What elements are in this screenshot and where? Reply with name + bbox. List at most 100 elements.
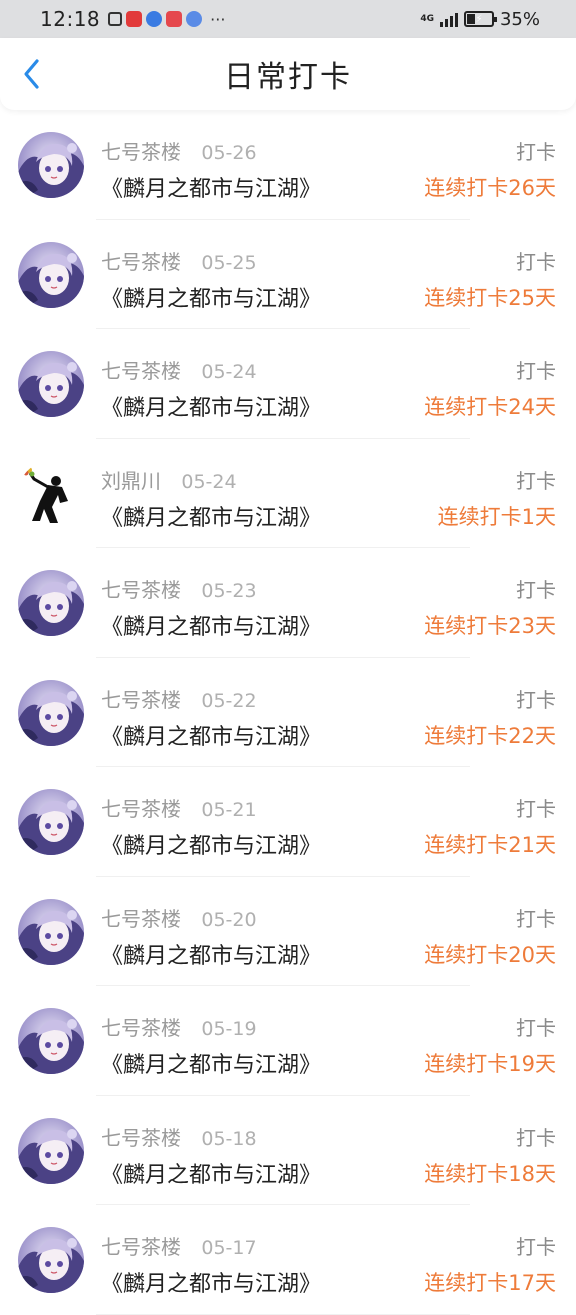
user-name-text[interactable]: 七号茶楼	[101, 140, 181, 164]
list-item[interactable]: 七号茶楼 05-25 打卡 《麟月之都市与江湖》 连续打卡25天	[0, 220, 576, 329]
user-name: 七号茶楼 05-19	[101, 1012, 257, 1041]
book-title[interactable]: 《麟月之都市与江湖》	[101, 1266, 321, 1298]
checkin-date: 05-26	[201, 142, 257, 164]
checkin-date: 05-24	[181, 470, 237, 493]
chevron-left-icon	[24, 59, 39, 89]
streak-label: 连续打卡25天	[424, 285, 556, 310]
checkin-date: 05-21	[201, 799, 257, 821]
avatar[interactable]	[18, 789, 84, 855]
user-name-text[interactable]: 刘鼎川	[101, 469, 161, 493]
user-name: 七号茶楼 05-24	[101, 355, 257, 384]
checkin-date: 05-20	[201, 908, 257, 931]
page-title: 日常打卡	[224, 60, 352, 95]
book-title[interactable]: 《麟月之都市与江湖》	[101, 500, 321, 532]
checkin-date: 05-18	[201, 1127, 257, 1150]
avatar[interactable]	[18, 570, 84, 636]
checkin-action-label: 打卡	[516, 687, 556, 712]
back-button[interactable]	[16, 58, 48, 90]
header-bar: 日常打卡	[0, 38, 576, 110]
user-name-text[interactable]: 七号茶楼	[101, 578, 181, 602]
charging-icon: ⚡	[475, 13, 483, 25]
checkin-date: 05-25	[201, 251, 257, 274]
user-name-text[interactable]: 七号茶楼	[101, 1016, 181, 1040]
streak-label: 连续打卡22天	[424, 723, 556, 748]
checkin-action-label: 打卡	[516, 249, 556, 274]
checkin-action-label: 打卡	[516, 578, 556, 602]
checkin-action-label: 打卡	[516, 1235, 556, 1259]
streak-label: 连续打卡19天	[424, 1052, 556, 1076]
notification-icons: ···	[108, 10, 225, 29]
signal-icon	[439, 11, 458, 27]
avatar[interactable]	[18, 1117, 84, 1184]
user-name-text[interactable]: 七号茶楼	[101, 688, 181, 712]
book-title[interactable]: 《麟月之都市与江湖》	[101, 390, 321, 422]
streak-label: 连续打卡17天	[424, 1271, 556, 1295]
battery-icon: ⚡	[463, 11, 497, 27]
streak-label: 连续打卡23天	[424, 614, 556, 638]
book-title[interactable]: 《麟月之都市与江湖》	[101, 719, 321, 751]
streak-label: 连续打卡24天	[424, 395, 556, 419]
streak-label: 连续打卡26天	[424, 176, 556, 200]
user-name-text[interactable]: 七号茶楼	[101, 359, 181, 383]
avatar[interactable]	[18, 132, 84, 198]
list-item[interactable]: 七号茶楼 05-23 打卡 《麟月之都市与江湖》 连续打卡23天	[0, 548, 576, 658]
list-item[interactable]: 七号茶楼 05-18 打卡 《麟月之都市与江湖》 连续打卡18天	[0, 1096, 576, 1205]
huawei-app-icon	[166, 11, 183, 27]
user-name-text[interactable]: 七号茶楼	[101, 1235, 181, 1259]
checkin-action-label: 打卡	[516, 359, 556, 383]
avatar[interactable]	[18, 1227, 84, 1293]
book-title[interactable]: 《麟月之都市与江湖》	[101, 1047, 321, 1079]
streak-label: 连续打卡20天	[424, 942, 556, 967]
more-dots-icon: ···	[210, 9, 226, 29]
streak-label: 连续打卡21天	[424, 833, 556, 857]
user-name: 七号茶楼 05-25	[101, 246, 257, 275]
book-title[interactable]: 《麟月之都市与江湖》	[101, 828, 321, 860]
avatar[interactable]	[18, 351, 84, 417]
book-title[interactable]: 《麟月之都市与江湖》	[101, 281, 321, 313]
user-name: 七号茶楼 05-20	[101, 903, 257, 932]
status-time: 12:18	[40, 7, 101, 31]
user-name-text[interactable]: 七号茶楼	[101, 1126, 181, 1150]
battery-level	[466, 14, 476, 24]
checkin-date: 05-22	[201, 689, 257, 712]
list-item[interactable]: 七号茶楼 05-20 打卡 《麟月之都市与江湖》 连续打卡20天	[0, 877, 576, 986]
status-bar: 12:18 ··· 4G ⚡ 35%	[0, 0, 576, 38]
user-name: 七号茶楼 05-18	[101, 1122, 257, 1151]
checkin-action-label: 打卡	[516, 797, 556, 821]
user-name: 七号茶楼 05-23	[101, 574, 257, 603]
user-name: 七号茶楼 05-26	[101, 136, 257, 165]
checkin-action-label: 打卡	[516, 1125, 556, 1150]
list-item[interactable]: 七号茶楼 05-24 打卡 《麟月之都市与江湖》 连续打卡24天	[0, 329, 576, 439]
checkin-date: 05-19	[201, 1018, 257, 1040]
list-item[interactable]: 刘鼎川 05-24 打卡 《麟月之都市与江湖》 连续打卡1天	[0, 439, 576, 548]
user-name: 七号茶楼 05-22	[101, 684, 257, 713]
list-item[interactable]: 七号茶楼 05-19 打卡 《麟月之都市与江湖》 连续打卡19天	[0, 986, 576, 1096]
user-name-text[interactable]: 七号茶楼	[101, 250, 181, 274]
browser-icon	[146, 11, 163, 27]
network-type: 4G	[420, 13, 434, 24]
user-name-text[interactable]: 七号茶楼	[101, 797, 181, 821]
music-icon	[186, 11, 203, 27]
avatar[interactable]	[18, 679, 84, 746]
book-title[interactable]: 《麟月之都市与江湖》	[101, 609, 321, 641]
book-app-icon	[126, 11, 143, 27]
checkin-action-label: 打卡	[516, 140, 556, 164]
avatar[interactable]	[18, 1008, 84, 1074]
avatar[interactable]	[18, 460, 84, 527]
book-title[interactable]: 《麟月之都市与江湖》	[101, 171, 321, 203]
user-name: 刘鼎川 05-24	[101, 465, 237, 494]
book-title[interactable]: 《麟月之都市与江湖》	[101, 1157, 321, 1189]
tv-icon	[108, 12, 123, 26]
checkin-action-label: 打卡	[516, 906, 556, 931]
list-item[interactable]: 七号茶楼 05-21 打卡 《麟月之都市与江湖》 连续打卡21天	[0, 767, 576, 877]
book-title[interactable]: 《麟月之都市与江湖》	[101, 938, 321, 970]
checkin-action-label: 打卡	[516, 1016, 556, 1040]
list-item[interactable]: 七号茶楼 05-22 打卡 《麟月之都市与江湖》 连续打卡22天	[0, 658, 576, 767]
user-name-text[interactable]: 七号茶楼	[101, 907, 181, 931]
list-item[interactable]: 七号茶楼 05-26 打卡 《麟月之都市与江湖》 连续打卡26天	[0, 110, 576, 220]
avatar[interactable]	[18, 898, 84, 965]
checkin-date: 05-17	[201, 1237, 257, 1259]
user-name: 七号茶楼 05-17	[101, 1231, 257, 1260]
avatar[interactable]	[18, 241, 84, 308]
list-item[interactable]: 七号茶楼 05-17 打卡 《麟月之都市与江湖》 连续打卡17天	[0, 1205, 576, 1315]
